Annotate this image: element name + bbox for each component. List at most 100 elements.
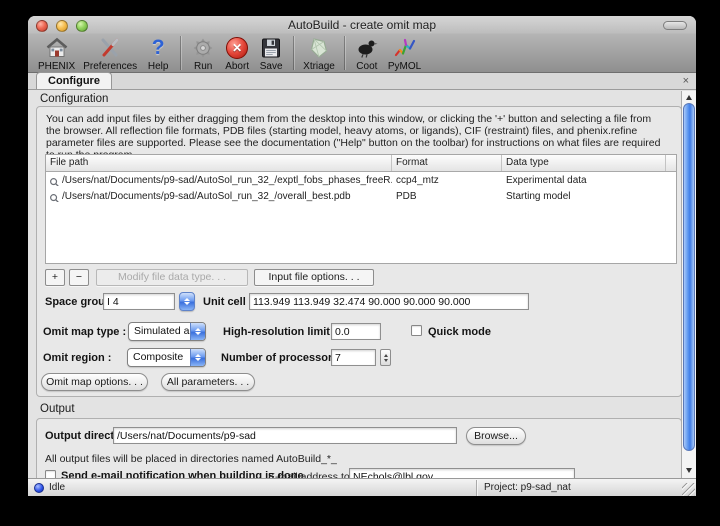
toolbar-label: PHENIX xyxy=(38,61,75,72)
remove-file-button[interactable]: − xyxy=(69,269,89,286)
main-content: Configuration You can add input files by… xyxy=(28,91,696,478)
toolbar-label: Abort xyxy=(225,61,249,72)
vertical-scrollbar[interactable] xyxy=(681,91,696,478)
status-indicator-dot xyxy=(34,483,44,493)
toolbar-label: Preferences xyxy=(83,61,137,72)
close-window-button[interactable] xyxy=(36,20,48,32)
scroll-down-icon[interactable] xyxy=(682,464,696,476)
magnifier-icon xyxy=(49,193,60,202)
add-file-button[interactable]: + xyxy=(45,269,65,286)
file-path-cell: /Users/nat/Documents/p9-sad/AutoSol_run_… xyxy=(46,191,392,202)
status-bar: Idle Project: p9-sad_nat xyxy=(28,478,696,496)
unit-cell-input[interactable] xyxy=(249,293,529,310)
input-files-table[interactable]: File path Format Data type /Users/nat/Do… xyxy=(45,154,677,264)
floppy-disk-icon xyxy=(258,35,284,61)
status-text: Idle xyxy=(49,482,65,493)
file-path-cell: /Users/nat/Documents/p9-sad/AutoSol_run_… xyxy=(46,175,392,186)
window-chrome: AutoBuild - create omit map PHENIX Prefe… xyxy=(28,16,696,73)
format-cell: PDB xyxy=(392,191,502,202)
table-row[interactable]: /Users/nat/Documents/p9-sad/AutoSol_run_… xyxy=(46,188,676,204)
table-header-row: File path Format Data type xyxy=(46,155,676,172)
toolbar-label: Xtriage xyxy=(303,61,335,72)
input-file-options-button[interactable]: Input file options. . . xyxy=(254,269,374,286)
status-bar-divider xyxy=(476,480,477,496)
preferences-button[interactable]: Preferences xyxy=(79,35,141,72)
quick-mode-checkbox[interactable] xyxy=(411,325,422,336)
column-header-data-type[interactable]: Data type xyxy=(502,155,666,171)
configuration-section-title: Configuration xyxy=(40,93,108,105)
scrollbar-thumb[interactable] xyxy=(683,103,695,451)
output-note: All output files will be placed in direc… xyxy=(45,453,337,465)
data-type-cell: Starting model xyxy=(502,191,666,202)
resize-grip[interactable] xyxy=(682,483,695,496)
omit-region-dropdown[interactable]: Composite xyxy=(127,348,206,367)
number-of-processors-label: Number of processors : xyxy=(221,352,345,364)
number-of-processors-input[interactable] xyxy=(331,349,376,366)
output-directory-input[interactable] xyxy=(113,427,457,444)
omit-map-type-label: Omit map type : xyxy=(43,326,126,338)
dropdown-stepper-icon xyxy=(190,323,205,340)
format-cell: ccp4_mtz xyxy=(392,175,502,186)
toolbar-label: Save xyxy=(260,61,283,72)
home-icon xyxy=(44,35,70,61)
table-row[interactable]: /Users/nat/Documents/p9-sad/AutoSol_run_… xyxy=(46,172,676,188)
column-header-format[interactable]: Format xyxy=(392,155,502,171)
toolbar-separator xyxy=(180,36,181,70)
configuration-groupbox: You can add input files by either draggi… xyxy=(36,106,682,397)
all-parameters-button[interactable]: All parameters. . . xyxy=(161,373,255,391)
scroll-up-icon[interactable] xyxy=(682,91,696,103)
project-label: Project: p9-sad_nat xyxy=(484,482,571,493)
toolbar-separator xyxy=(344,36,345,70)
space-group-input[interactable] xyxy=(103,293,175,310)
omit-map-type-dropdown[interactable]: Simulated a... xyxy=(128,322,206,341)
email-notification-checkbox[interactable] xyxy=(45,470,56,478)
column-header-file-path[interactable]: File path xyxy=(46,155,392,171)
run-button[interactable]: Run xyxy=(186,35,220,72)
unit-cell-label: Unit cell : xyxy=(203,296,253,308)
dropdown-stepper-icon xyxy=(190,349,205,366)
quick-mode-label: Quick mode xyxy=(428,326,491,338)
space-group-stepper[interactable] xyxy=(179,292,195,311)
toolbar-toggle-button[interactable] xyxy=(663,21,687,30)
omit-region-label: Omit region : xyxy=(43,352,111,364)
save-button[interactable]: Save xyxy=(254,35,288,72)
coot-button[interactable]: Coot xyxy=(350,35,384,72)
email-address-input[interactable] xyxy=(349,468,575,478)
tab-strip: Configure × xyxy=(28,73,696,90)
toolbar-label: Coot xyxy=(356,61,377,72)
tab-configure[interactable]: Configure xyxy=(36,72,112,89)
phenix-button[interactable]: PHENIX xyxy=(34,35,79,72)
question-mark-icon: ? xyxy=(152,35,165,61)
toolbar-label: Help xyxy=(148,61,169,72)
pymol-button[interactable]: PyMOL xyxy=(384,35,425,72)
high-resolution-limit-input[interactable] xyxy=(331,323,381,340)
toolbar-label: PyMOL xyxy=(388,61,421,72)
toolbar-separator xyxy=(293,36,294,70)
omit-map-options-button[interactable]: Omit map options. . . xyxy=(41,373,148,391)
magnifier-icon xyxy=(49,177,60,186)
output-groupbox: Output directory : Browse... All output … xyxy=(36,418,682,478)
bird-icon xyxy=(354,35,380,61)
app-window: AutoBuild - create omit map PHENIX Prefe… xyxy=(28,16,696,496)
molecule-icon xyxy=(392,35,418,61)
output-section-title: Output xyxy=(40,403,75,415)
help-button[interactable]: ? Help xyxy=(141,35,175,72)
data-type-cell: Experimental data xyxy=(502,175,666,186)
gear-icon xyxy=(190,35,216,61)
tools-icon xyxy=(97,35,123,61)
processors-spinner[interactable] xyxy=(380,349,391,366)
browse-button[interactable]: Browse... xyxy=(466,427,526,445)
crystal-icon xyxy=(306,35,332,61)
abort-button[interactable]: ✕ Abort xyxy=(220,35,254,72)
window-title: AutoBuild - create omit map xyxy=(98,16,626,34)
toolbar-label: Run xyxy=(194,61,212,72)
title-bar[interactable]: AutoBuild - create omit map xyxy=(28,16,696,34)
xtriage-button[interactable]: Xtriage xyxy=(299,35,339,72)
tab-close-icon[interactable]: × xyxy=(683,75,689,88)
abort-x-icon: ✕ xyxy=(226,35,248,61)
modify-file-data-type-button[interactable]: Modify file data type. . . xyxy=(96,269,248,286)
column-header-pad xyxy=(666,155,676,171)
high-resolution-limit-label: High-resolution limit : xyxy=(223,326,337,338)
zoom-window-button[interactable] xyxy=(76,20,88,32)
minimize-window-button[interactable] xyxy=(56,20,68,32)
